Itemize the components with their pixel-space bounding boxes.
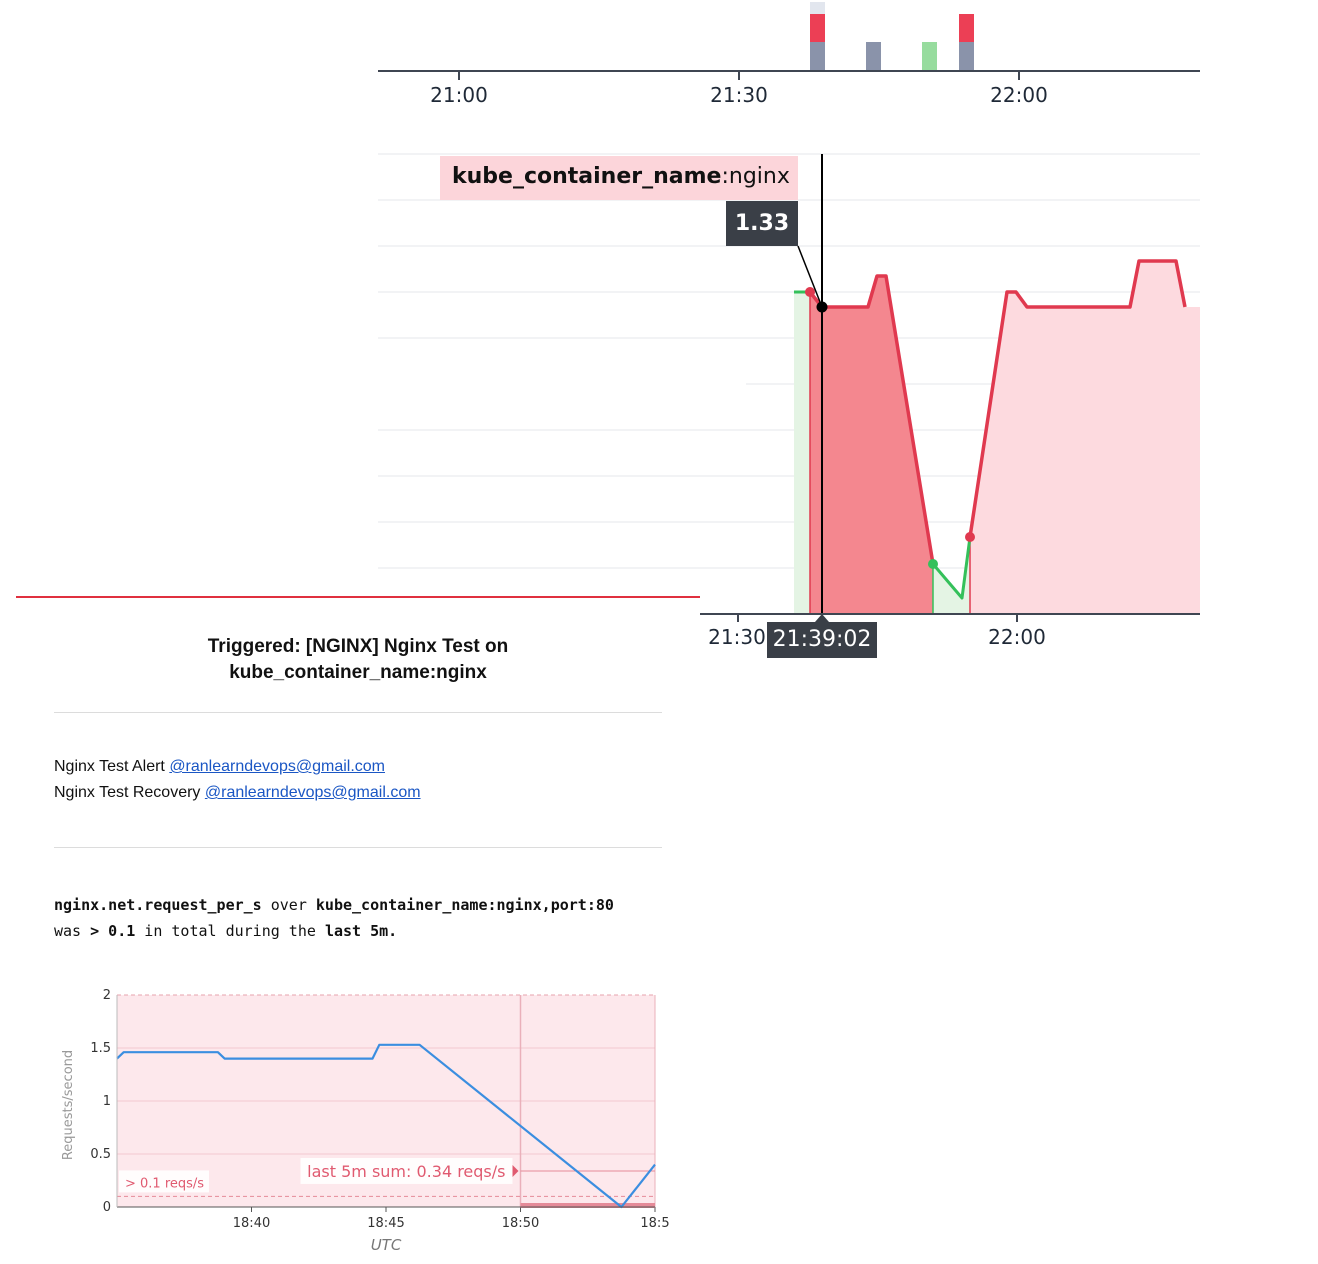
- email-title-line: kube_container_name:nginx: [229, 662, 487, 683]
- x-axis-title: UTC: [371, 1236, 402, 1254]
- x-tick-label: 18:45: [367, 1216, 404, 1231]
- monitor-query: nginx.net.request_per_s over kube_contai…: [54, 892, 674, 944]
- tooltip-tag-sep: :: [721, 164, 729, 189]
- hover-time-label: 21:39:02: [767, 622, 877, 658]
- y-axis-title: Requests/second: [61, 1050, 76, 1160]
- sum-label: last 5m sum: 0.34 reqs/s: [307, 1162, 505, 1181]
- tooltip-tag-key: kube_container_name: [452, 164, 722, 189]
- ok-region: [794, 292, 810, 614]
- notification-label: Nginx Test Alert: [54, 758, 170, 775]
- query-text: in total during the: [135, 922, 325, 940]
- series-tooltip: kube_container_name:nginx: [440, 156, 798, 200]
- query-metric: nginx.net.request_per_s: [54, 896, 262, 914]
- tooltip-tag-value: nginx: [728, 164, 790, 189]
- threshold-label: > 0.1 reqs/s: [125, 1176, 204, 1191]
- alert-transition-dot[interactable]: [805, 287, 815, 297]
- divider: [54, 712, 662, 713]
- query-scope: kube_container_name:nginx,port:80: [315, 896, 614, 914]
- divider: [54, 847, 662, 848]
- alert-divider: [16, 596, 700, 598]
- email-title-line: Triggered: [NGINX] Nginx Test on: [207, 636, 509, 657]
- y-tick-label: 2: [103, 988, 111, 1003]
- notification-email-link[interactable]: @ranlearndevops@gmail.com: [205, 784, 421, 801]
- x-tick-label: 18:40: [233, 1216, 270, 1231]
- monitor-chart[interactable]: 21:30 22:00: [0, 0, 1318, 680]
- x-tick-label: 21:30: [708, 625, 766, 649]
- notification-recipient: Nginx Test Alert @ranlearndevops@gmail.c…: [54, 758, 385, 776]
- hover-point: [816, 301, 828, 313]
- recovery-transition-dot[interactable]: [928, 559, 938, 569]
- query-text: was: [54, 922, 91, 940]
- y-tick-label: 0.5: [90, 1147, 111, 1162]
- notification-recipient: Nginx Test Recovery @ranlearndevops@gmai…: [54, 784, 421, 802]
- x-tick-label: 18:50: [502, 1216, 539, 1231]
- email-chart: 0 0.5 1 1.5 2 18:40 18:45 18:50 18:5 > 0.1 reqs/…: [61, 988, 670, 1254]
- query-threshold: > 0.1: [90, 922, 136, 940]
- notification-email-link[interactable]: @ranlearndevops@gmail.com: [169, 758, 385, 775]
- y-tick-label: 1: [103, 1094, 111, 1109]
- email-title: Triggered: [NGINX] Nginx Test on kube_co…: [54, 634, 662, 686]
- notification-label: Nginx Test Recovery: [54, 784, 205, 801]
- y-tick-label: 1.5: [90, 1041, 111, 1056]
- x-tick-label: 18:5: [640, 1216, 669, 1231]
- hover-value-label: 1.33: [726, 201, 798, 246]
- alert-transition-dot[interactable]: [965, 532, 975, 542]
- x-tick-label: 22:00: [988, 625, 1046, 649]
- query-text: over: [261, 896, 316, 914]
- query-window: last 5m.: [324, 922, 398, 940]
- hover-time-caret: [815, 614, 829, 622]
- y-tick-label: 0: [103, 1200, 111, 1215]
